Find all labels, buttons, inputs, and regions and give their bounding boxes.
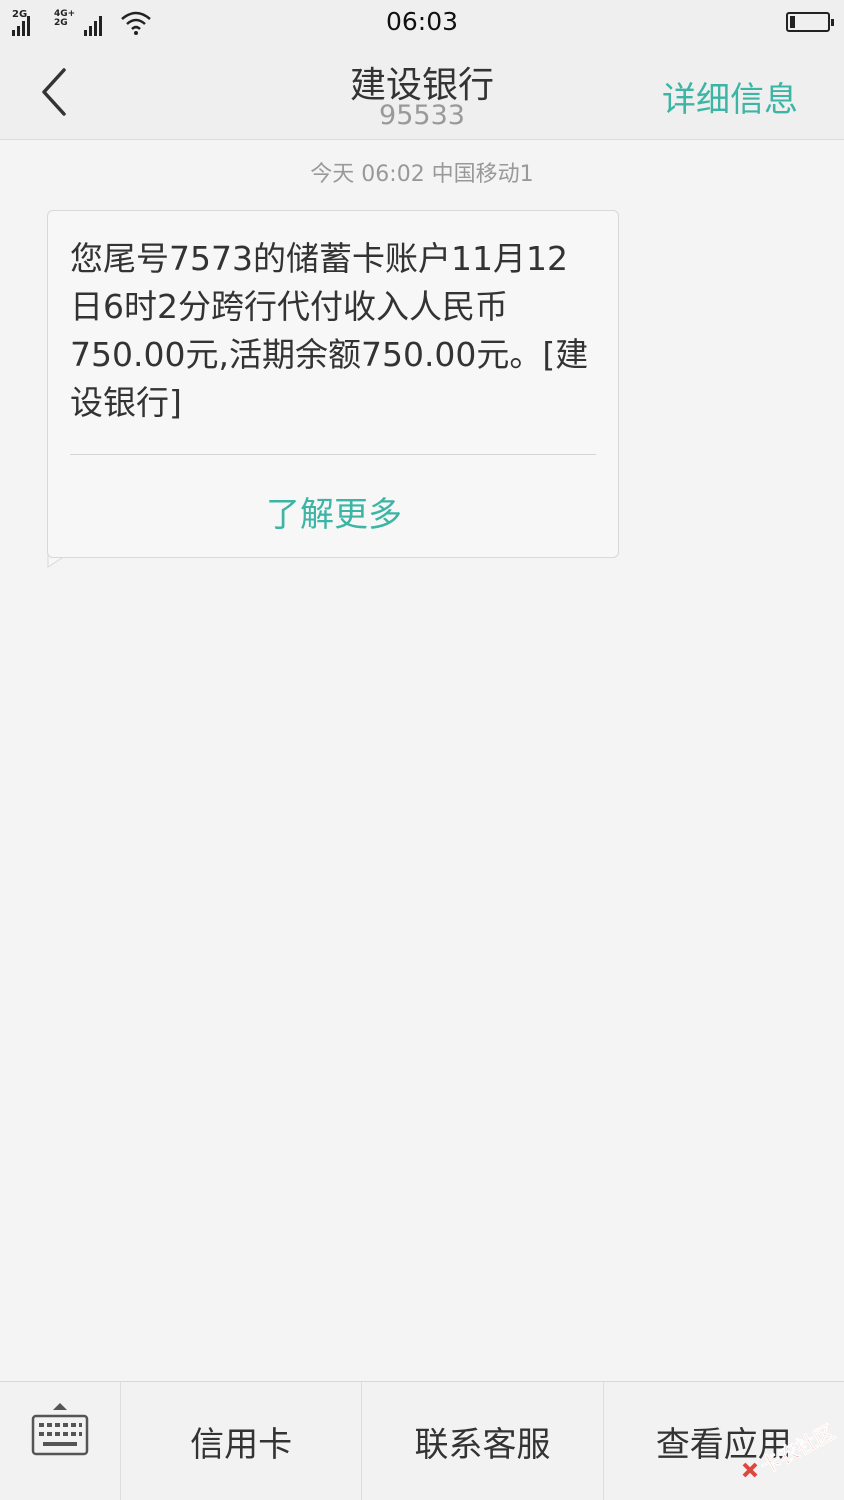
battery-level [790,16,795,28]
conversation-header: 建设银行 95533 详细信息 [0,44,844,140]
status-bar: 2G 4G+ 2G 06:03 [0,0,844,44]
clock: 06:03 [385,7,459,36]
svg-text:卡农社区: 卡农社区 [757,1420,839,1479]
bottom-menu-bar: 信用卡 联系客服 查看应用 [0,1381,844,1500]
sms-conversation-screen: 2G 4G+ 2G 06:03 建设银行 95533 详细信息 今天 06:02… [0,0,844,1500]
divider [70,454,596,455]
keyboard-toggle-button[interactable] [0,1382,120,1500]
battery-icon [786,12,834,32]
message-bubble[interactable]: 您尾号7573的储蓄卡账户11月12日6时2分跨行代付收入人民币750.00元,… [47,210,619,558]
details-button[interactable]: 详细信息 [662,72,798,121]
menu-item-credit-card[interactable]: 信用卡 [120,1382,361,1500]
learn-more-link[interactable]: 了解更多 [48,487,620,536]
menu-item-customer-service[interactable]: 联系客服 [361,1382,602,1500]
watermark-logo: 卡农社区 [742,1419,839,1479]
message-timestamp: 今天 06:02 中国移动1 [310,162,534,187]
message-text: 您尾号7573的储蓄卡账户11月12日6时2分跨行代付收入人民币750.00元,… [70,239,589,422]
keyboard-icon [31,1403,89,1456]
